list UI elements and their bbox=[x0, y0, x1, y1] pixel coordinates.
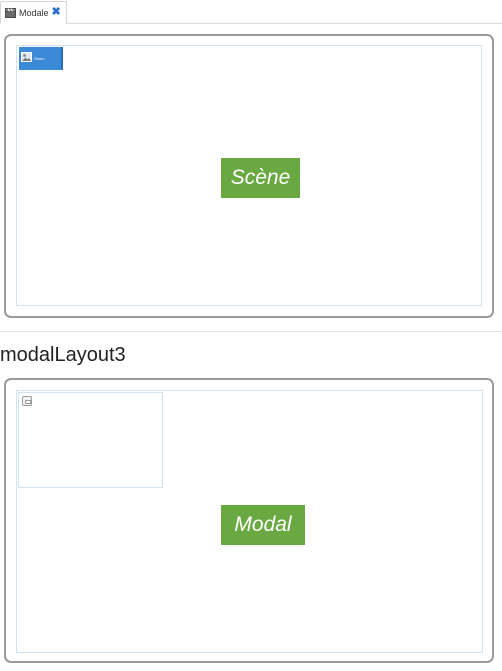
image-icon bbox=[21, 49, 32, 62]
scene-badge: Scène bbox=[221, 158, 300, 198]
tab-modale[interactable]: Modale ✖ bbox=[0, 1, 67, 24]
tab-bar: Modale ✖ bbox=[0, 0, 502, 24]
modal-window[interactable] bbox=[18, 392, 163, 488]
scene-item[interactable]: Gwnn bbox=[19, 47, 63, 70]
scene-canvas[interactable]: Gwnn Scène bbox=[16, 45, 482, 306]
tab-label: Modale bbox=[19, 7, 49, 18]
modal-badge: Modal bbox=[221, 505, 305, 545]
clapperboard-icon bbox=[5, 7, 16, 18]
scene-item-label: Gwnn bbox=[34, 56, 45, 61]
close-icon[interactable]: ✖ bbox=[52, 7, 61, 18]
window-icon bbox=[22, 396, 32, 406]
section-divider bbox=[0, 331, 502, 332]
layout-title: modalLayout3 bbox=[0, 344, 126, 366]
modal-canvas[interactable]: Modal bbox=[16, 390, 483, 653]
modal-panel: Modal bbox=[4, 378, 494, 663]
scene-panel: Gwnn Scène bbox=[4, 34, 494, 318]
